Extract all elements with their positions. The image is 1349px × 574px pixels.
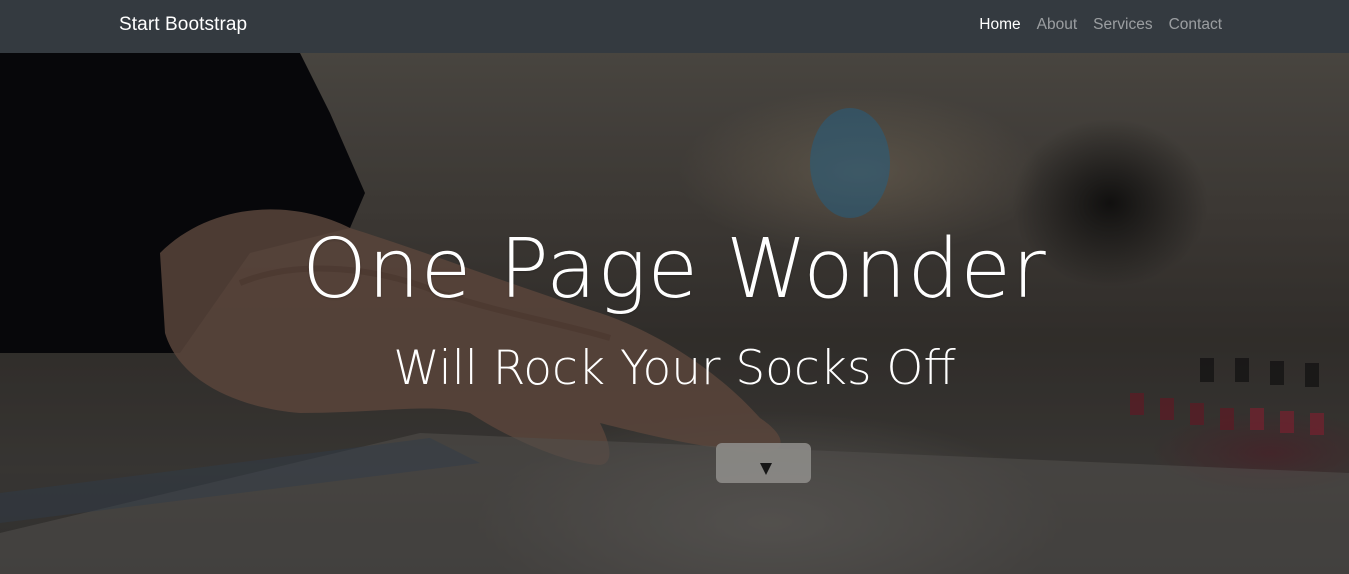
nav-link-services[interactable]: Services: [1093, 16, 1152, 34]
nav-link-about[interactable]: About: [1037, 16, 1078, 34]
hero-subtitle: Will Rock Your Socks Off: [393, 341, 956, 396]
hero-title: One Page Wonder: [302, 222, 1047, 317]
nav-links: Home About Services Contact: [979, 16, 1222, 34]
brand-link[interactable]: Start Bootstrap: [119, 14, 247, 36]
hero-masthead: One Page Wonder Will Rock Your Socks Off: [0, 53, 1349, 574]
nav-link-contact[interactable]: Contact: [1169, 16, 1222, 34]
navbar: Start Bootstrap Home About Services Cont…: [0, 0, 1349, 53]
nav-link-home[interactable]: Home: [979, 16, 1020, 34]
